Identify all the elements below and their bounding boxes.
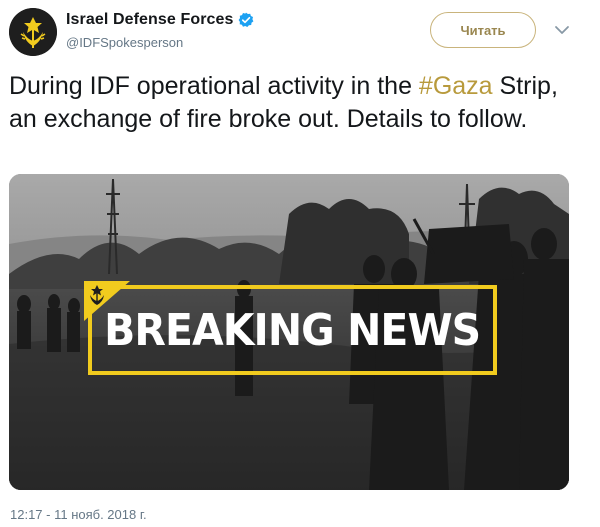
tweet-text-before: During IDF operational activity in the xyxy=(9,72,419,100)
idf-emblem-icon xyxy=(84,281,130,321)
hashtag-link[interactable]: #Gaza xyxy=(419,72,493,100)
media-image[interactable]: BREAKING NEWS xyxy=(9,174,569,490)
author-info: Israel Defense Forces @IDFSpokesperson xyxy=(66,10,254,50)
verified-badge-icon xyxy=(238,12,254,28)
breaking-news-headline: BREAKING NEWS xyxy=(104,304,481,356)
avatar[interactable] xyxy=(9,8,57,56)
user-handle[interactable]: @IDFSpokesperson xyxy=(66,35,254,50)
tweet-card: Israel Defense Forces @IDFSpokesperson Ч… xyxy=(0,0,600,527)
tweet-timestamp[interactable]: 12:17 - 11 нояб. 2018 г. xyxy=(10,507,147,522)
tweet-text: During IDF operational activity in the #… xyxy=(9,70,579,136)
display-name[interactable]: Israel Defense Forces xyxy=(66,11,234,29)
tweet-header: Israel Defense Forces @IDFSpokesperson Ч… xyxy=(9,7,591,57)
breaking-news-banner: BREAKING NEWS xyxy=(88,285,497,375)
follow-button[interactable]: Читать xyxy=(430,12,536,48)
idf-emblem-icon xyxy=(9,8,57,56)
chevron-down-icon[interactable] xyxy=(554,23,570,37)
